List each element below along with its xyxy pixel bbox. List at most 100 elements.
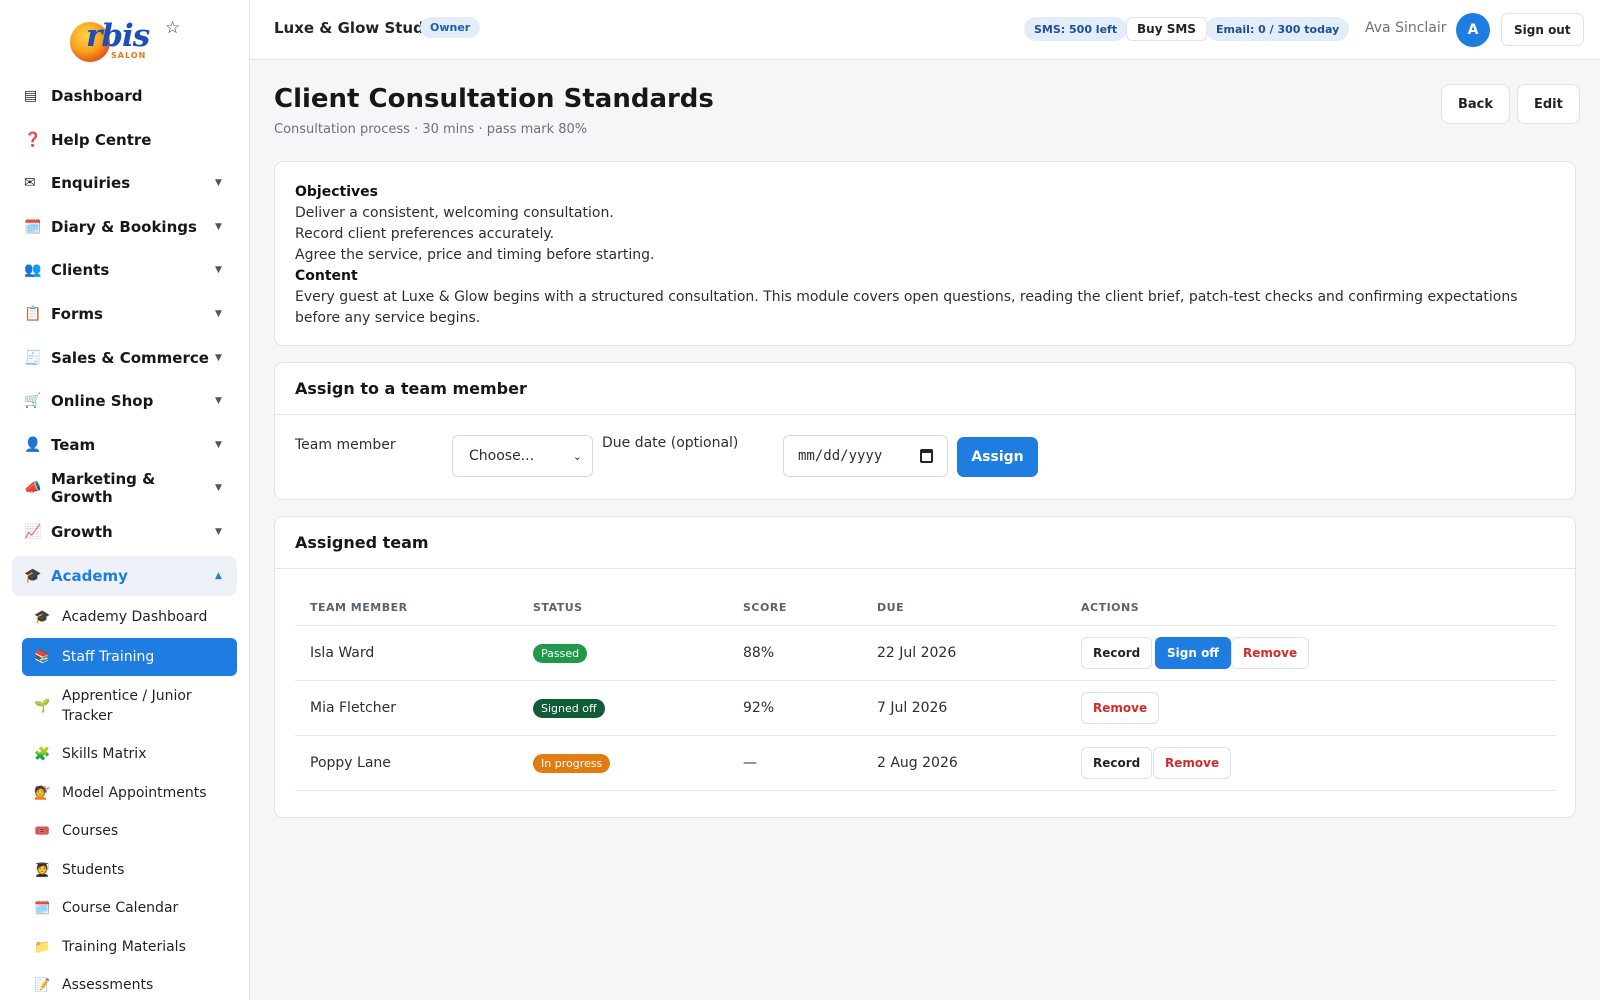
sidebar-item-help-centre[interactable]: ❓ Help Centre [12,120,237,160]
sidebar-item-sales-commerce[interactable]: 🧾 Sales & Commerce ▼ [12,338,237,378]
status-badge: Signed off [533,699,605,718]
record-button[interactable]: Record [1081,637,1153,669]
back-button[interactable]: Back [1441,84,1511,124]
sidebar-subitem-label: Skills Matrix [62,746,147,762]
sidebar-subitem-course-calendar[interactable]: 🗓️ Course Calendar [22,898,237,918]
email-quota-badge: Email: 0 / 300 today [1206,17,1350,41]
sidebar-subitem-model-appointments[interactable]: 💇 Model Appointments [22,783,237,803]
folder-icon: 📁 [34,939,51,955]
record-button[interactable]: Record [1081,747,1153,779]
sidebar-item-label: Sales & Commerce [51,349,209,367]
column-header-due: DUE [877,601,905,614]
buy-sms-button[interactable]: Buy SMS [1126,17,1207,41]
dashboard-icon: ▤ [24,88,38,104]
person-icon: 👤 [24,437,42,453]
sidebar-item-label: Diary & Bookings [51,218,197,236]
megaphone-icon: 📣 [24,480,42,496]
chart-up-icon: 📈 [24,524,42,540]
sidebar-subitem-apprentice-tracker[interactable]: 🌱 Apprentice / Junior Tracker [22,685,237,727]
sidebar-subitem-label: Training Materials [62,939,186,955]
sidebar-item-online-shop[interactable]: 🛒 Online Shop ▼ [12,381,237,421]
chevron-down-icon: ▼ [215,222,222,232]
table-row: Poppy Lane In progress — 2 Aug 2026 Reco… [295,736,1555,791]
row-due: 2 Aug 2026 [877,755,958,771]
objective-item: Agree the service, price and timing befo… [295,247,655,263]
sidebar-subitem-label: Courses [62,823,119,839]
help-icon: ❓ [24,132,42,148]
sidebar-subitem-training-materials[interactable]: 📁 Training Materials [22,937,237,957]
remove-button[interactable]: Remove [1231,637,1310,669]
books-icon: 📚 [34,649,51,665]
table-row: Isla Ward Passed 88% 22 Jul 2026 Record … [295,626,1555,681]
ticket-icon: 🎟️ [34,823,51,839]
edit-button[interactable]: Edit [1517,84,1580,124]
sidebar-item-clients[interactable]: 👥 Clients ▼ [12,250,237,290]
calendar-icon[interactable] [920,449,933,463]
sidebar-subitem-label: Assessments [62,977,154,993]
sidebar-subitem-courses[interactable]: 🎟️ Courses [22,821,237,841]
team-member-label: Team member [295,437,396,453]
sidebar-item-growth[interactable]: 📈 Growth ▼ [12,512,237,552]
module-overview-card: Objectives Deliver a consistent, welcomi… [274,161,1576,346]
sidebar-item-label: Clients [51,261,110,279]
role-badge: Owner [420,17,481,38]
column-header-team-member: TEAM MEMBER [310,601,408,614]
chevron-down-icon: ▼ [215,309,222,319]
envelope-icon: ✉ [24,175,36,191]
row-due: 7 Jul 2026 [877,700,948,716]
avatar[interactable]: A [1456,13,1490,47]
row-score: — [743,755,757,771]
row-score: 88% [743,645,775,661]
sms-balance-badge: SMS: 500 left [1024,17,1128,41]
objective-item: Deliver a consistent, welcoming consulta… [295,205,614,221]
row-member: Isla Ward [310,645,375,661]
sidebar-subitem-label: Model Appointments [62,785,207,801]
status-badge: In progress [533,754,611,773]
people-icon: 👥 [24,262,42,278]
column-header-status: STATUS [533,601,583,614]
puzzle-icon: 🧩 [34,746,51,762]
sidebar-subitem-students[interactable]: 🧑‍🎓 Students [22,860,237,880]
clipboard-icon: 📋 [24,306,42,322]
topbar: Luxe & Glow Studio Owner SMS: 500 left B… [250,0,1600,60]
remove-button[interactable]: Remove [1153,747,1232,779]
sidebar-subitem-label: Course Calendar [62,900,179,916]
memo-icon: 📝 [34,977,51,993]
team-member-select-value: Choose... [469,448,535,464]
row-member: Mia Fletcher [310,700,396,716]
assign-button[interactable]: Assign [957,437,1038,477]
graduation-cap-icon: 🎓 [34,609,51,625]
sidebar-item-label: Dashboard [51,87,143,105]
row-member: Poppy Lane [310,755,391,771]
sidebar-subitem-staff-training[interactable]: 📚 Staff Training [22,638,237,676]
sidebar-item-team[interactable]: 👤 Team ▼ [12,425,237,465]
due-date-input[interactable]: mm/dd/yyyy [783,435,948,477]
column-header-score: SCORE [743,601,787,614]
sidebar-item-academy[interactable]: 🎓 Academy ▲ [12,556,237,596]
sidebar-subitem-assessments[interactable]: 📝 Assessments [22,975,237,995]
sidebar-subitem-label: Academy Dashboard [62,609,208,625]
sidebar-subitem-academy-dashboard[interactable]: 🎓 Academy Dashboard [22,607,237,627]
page-subtitle: Consultation process · 30 mins · pass ma… [274,122,588,137]
sidebar-item-diary-bookings[interactable]: 🗓️ Diary & Bookings ▼ [12,207,237,247]
remove-button[interactable]: Remove [1081,692,1160,724]
sidebar-subitem-skills-matrix[interactable]: 🧩 Skills Matrix [22,744,237,764]
sidebar-subitem-label: Staff Training [62,649,155,665]
brand-logo[interactable]: rbis SALON ☆ [0,0,249,76]
sign-off-button[interactable]: Sign off [1155,637,1232,669]
sidebar: rbis SALON ☆ ▤ Dashboard ❓ Help Centre ✉… [0,0,250,1000]
calendar-icon: 🗓️ [34,900,51,916]
objectives-heading: Objectives [295,184,378,200]
assigned-team-card: Assigned team TEAM MEMBER STATUS SCORE D… [274,516,1576,818]
sign-out-button[interactable]: Sign out [1501,13,1584,46]
team-member-select[interactable]: Choose... ⌄ [452,435,593,477]
due-date-label: Due date (optional) [602,435,739,451]
chevron-down-icon: ▼ [215,265,222,275]
sidebar-item-marketing-growth[interactable]: 📣 Marketing & Growth ▼ [12,468,237,508]
sidebar-item-label: Enquiries [51,174,131,192]
logo-sub: SALON [111,51,147,60]
sidebar-item-enquiries[interactable]: ✉ Enquiries ▼ [12,163,237,203]
sidebar-item-dashboard[interactable]: ▤ Dashboard [12,76,237,116]
sidebar-item-forms[interactable]: 📋 Forms ▼ [12,294,237,334]
graduation-cap-icon: 🎓 [24,568,42,584]
